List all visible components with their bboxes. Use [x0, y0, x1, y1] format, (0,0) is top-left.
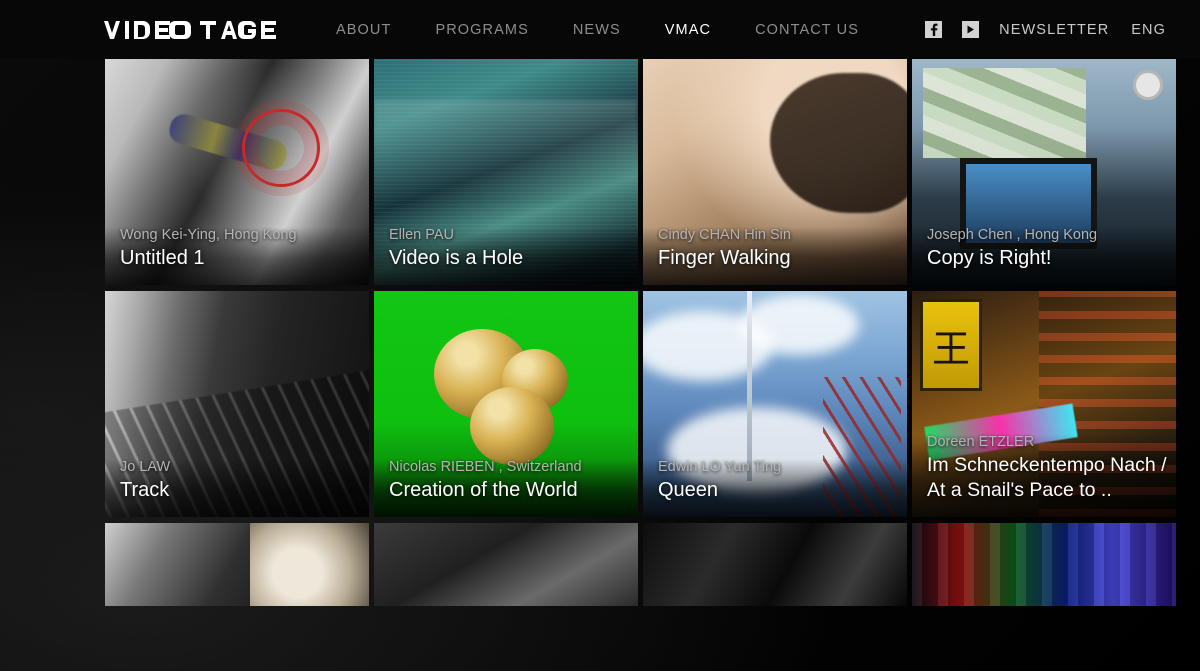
video-artist: Edwin LO Yun Ting — [658, 459, 782, 475]
video-card-queen[interactable]: Edwin LO Yun Ting Queen — [643, 291, 907, 517]
video-title: Track — [120, 479, 170, 501]
video-artist: Cindy CHAN Hin Sin — [658, 227, 791, 243]
facebook-icon[interactable] — [925, 21, 943, 38]
video-artist: Doreen ETZLER — [927, 434, 1035, 450]
video-card-track[interactable]: Jo LAW Track — [105, 291, 369, 517]
thumbnail-detail — [747, 291, 752, 481]
site-header: ABOUT PROGRAMS NEWS VMAC CONTACT US NEWS… — [0, 0, 1200, 59]
video-card-caption: Ellen PAU Video is a Hole — [374, 227, 638, 285]
video-artist: Wong Kei-Ying, Hong Kong — [120, 227, 297, 243]
nav-item-contact-us[interactable]: CONTACT US — [755, 22, 859, 38]
video-title: Queen — [658, 479, 719, 501]
video-card-partial[interactable] — [643, 523, 907, 606]
video-thumbnail — [912, 523, 1176, 606]
video-card-finger-walking[interactable]: Cindy CHAN Hin Sin Finger Walking — [643, 59, 907, 285]
video-card-partial[interactable] — [374, 523, 638, 606]
video-artist: Joseph Chen , Hong Kong — [927, 227, 1098, 243]
video-card-im-schneckentempo-nach[interactable]: Doreen ETZLER Im Schneckentempo Nach / A… — [912, 291, 1176, 517]
video-card-caption: Nicolas RIEBEN , Switzerland Creation of… — [374, 459, 638, 517]
nav-item-vmac[interactable]: VMAC — [665, 22, 711, 38]
video-artist: Ellen PAU — [389, 227, 455, 243]
thumbnail-detail — [470, 387, 554, 465]
video-play-icon[interactable] — [962, 21, 980, 38]
video-title: Finger Walking — [658, 247, 791, 269]
main-navigation: ABOUT PROGRAMS NEWS VMAC CONTACT US — [336, 22, 903, 38]
video-thumbnail — [374, 523, 638, 606]
play-triangle-glyph — [967, 25, 975, 34]
video-artist: Nicolas RIEBEN , Switzerland — [389, 459, 582, 475]
language-switcher[interactable]: ENG — [1131, 22, 1166, 38]
nav-item-programs[interactable]: PROGRAMS — [435, 22, 528, 38]
video-title: Creation of the World — [389, 479, 578, 501]
newsletter-link[interactable]: NEWSLETTER — [999, 22, 1109, 38]
video-card-caption: Edwin LO Yun Ting Queen — [643, 459, 907, 517]
video-card-caption: Cindy CHAN Hin Sin Finger Walking — [643, 227, 907, 285]
header-utility-bar: NEWSLETTER ENG — [925, 0, 1166, 59]
thumbnail-detail — [250, 523, 369, 606]
video-card-caption: Joseph Chen , Hong Kong Copy is Right! — [912, 227, 1176, 285]
nav-item-news[interactable]: NEWS — [573, 22, 621, 38]
video-thumbnail — [105, 523, 369, 606]
facebook-glyph — [931, 23, 938, 36]
video-card-caption: Doreen ETZLER Im Schneckentempo Nach / A… — [912, 434, 1176, 517]
video-title: Im Schneckentempo Nach / At a Snail's Pa… — [927, 454, 1167, 501]
video-title: Video is a Hole — [389, 247, 524, 269]
videotage-logo-glyph — [104, 20, 276, 39]
video-archive-grid: Wong Kei-Ying, Hong Kong Untitled 1 Elle… — [105, 59, 1176, 612]
video-card-creation-of-the-world[interactable]: Nicolas RIEBEN , Switzerland Creation of… — [374, 291, 638, 517]
thumbnail-detail — [739, 295, 859, 355]
video-card-partial[interactable] — [105, 523, 369, 606]
grid-row-partial — [105, 523, 1176, 606]
video-card-partial[interactable] — [912, 523, 1176, 606]
video-title: Copy is Right! — [927, 247, 1052, 269]
grid-row: Wong Kei-Ying, Hong Kong Untitled 1 Elle… — [105, 59, 1176, 285]
video-artist: Jo LAW — [120, 459, 171, 475]
video-thumbnail — [643, 523, 907, 606]
video-card-untitled-1[interactable]: Wong Kei-Ying, Hong Kong Untitled 1 — [105, 59, 369, 285]
grid-row: Jo LAW Track Nicolas RIEBEN , Switzerlan… — [105, 291, 1176, 517]
video-card-copy-is-right[interactable]: Joseph Chen , Hong Kong Copy is Right! — [912, 59, 1176, 285]
video-card-caption: Jo LAW Track — [105, 459, 369, 517]
nav-item-about[interactable]: ABOUT — [336, 22, 391, 38]
thumbnail-detail — [922, 68, 1087, 159]
video-card-video-is-a-hole[interactable]: Ellen PAU Video is a Hole — [374, 59, 638, 285]
video-title: Untitled 1 — [120, 247, 205, 269]
thumbnail-detail — [1132, 70, 1163, 101]
thumbnail-detail — [920, 299, 982, 391]
video-card-caption: Wong Kei-Ying, Hong Kong Untitled 1 — [105, 227, 369, 285]
videotage-logo[interactable] — [104, 18, 296, 42]
